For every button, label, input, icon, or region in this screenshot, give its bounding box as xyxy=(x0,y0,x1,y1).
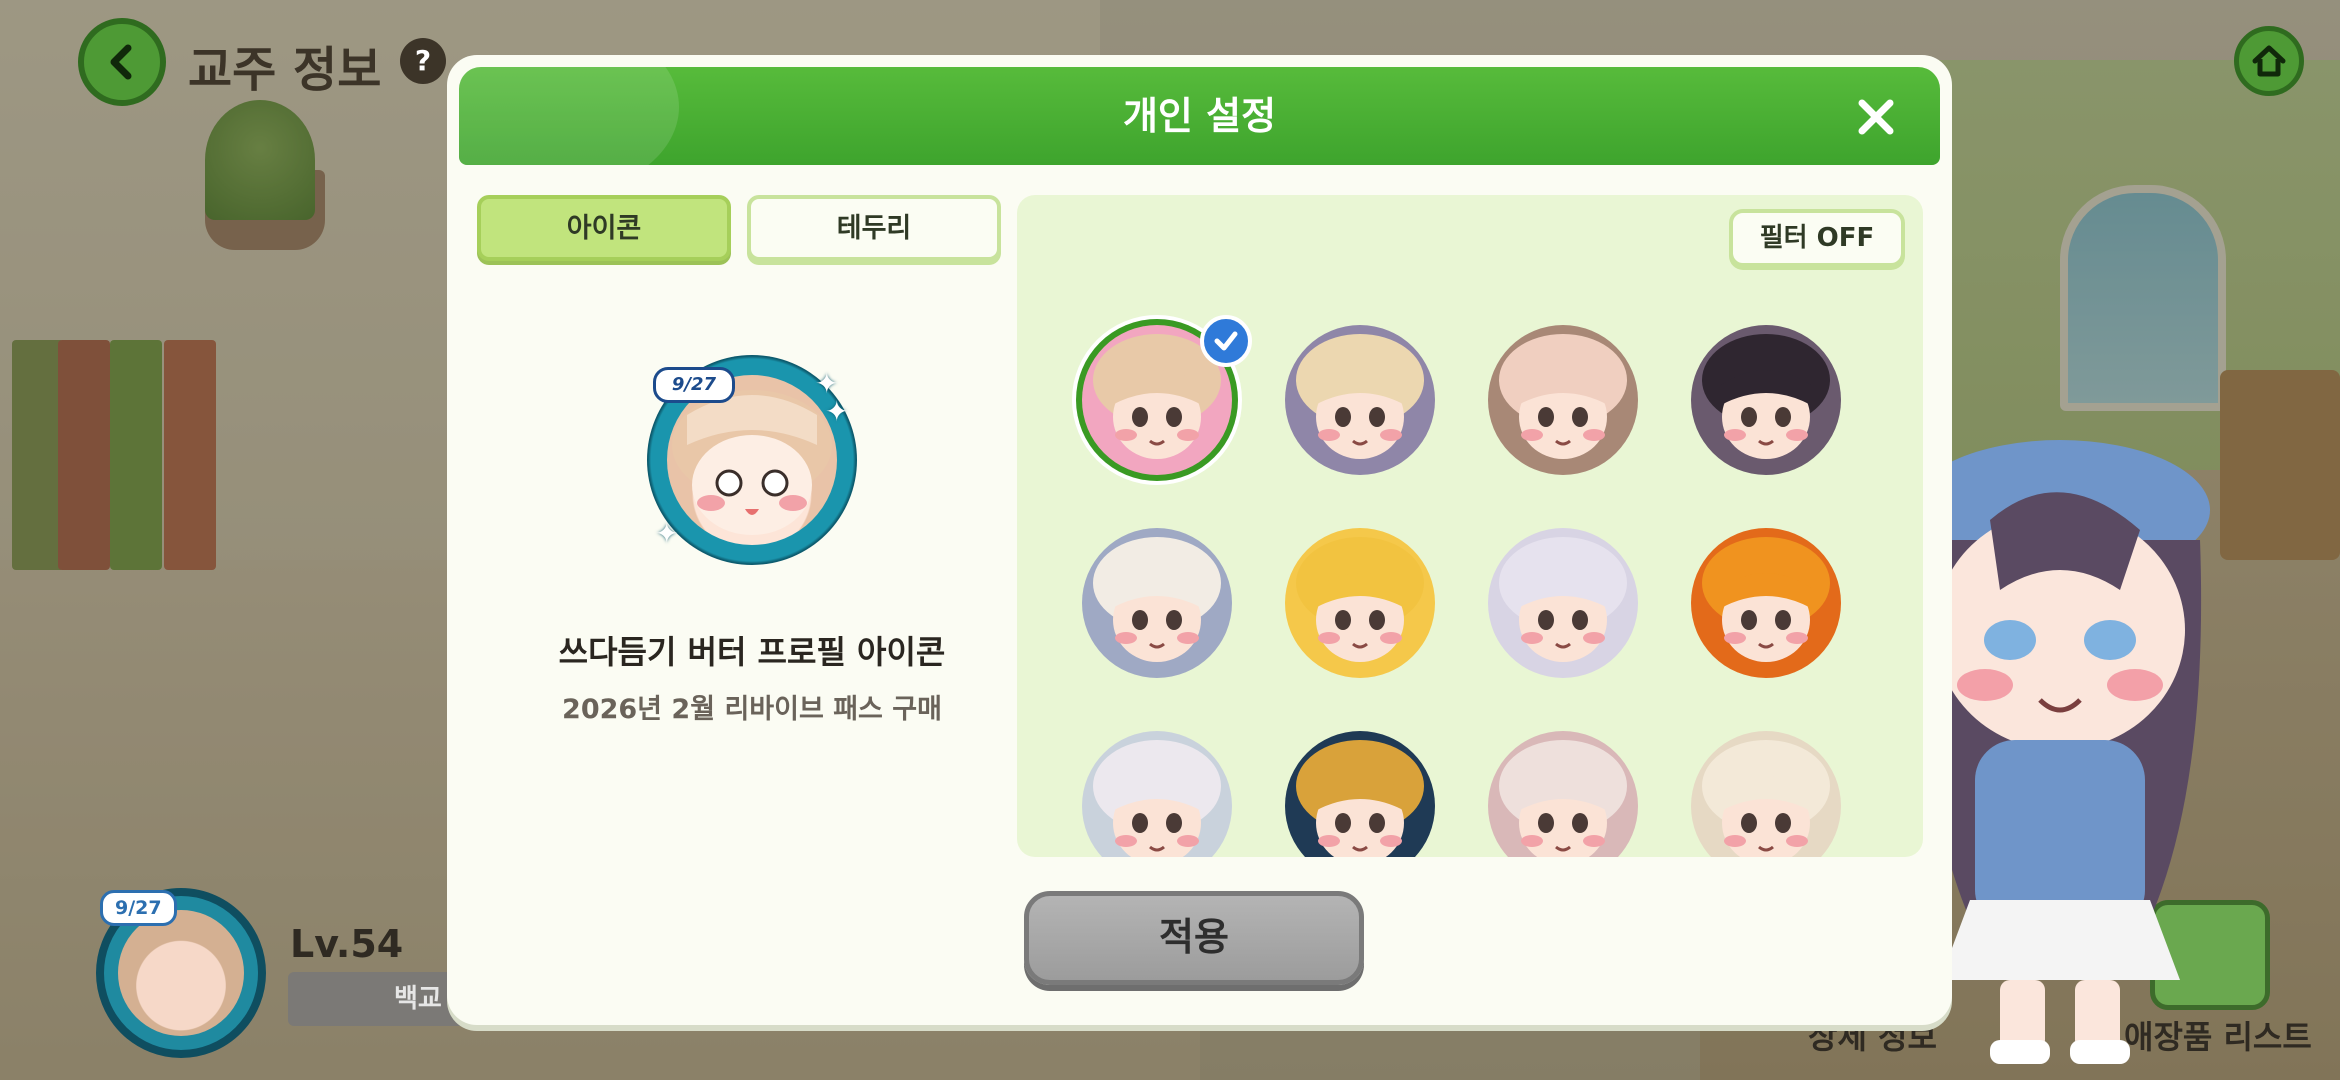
game-screen: 교주 정보 ? 9/27 Lv.54 백교 상세 정보 애장품 리스트 개인 설… xyxy=(0,0,2340,1080)
icon-character-art xyxy=(1691,325,1841,475)
back-button[interactable] xyxy=(78,18,166,106)
icon-character-art xyxy=(1082,528,1232,678)
home-icon xyxy=(2252,45,2286,77)
home-button[interactable] xyxy=(2234,26,2304,96)
profile-icon-horned-girl[interactable] xyxy=(1691,325,1841,475)
page-title: 교주 정보 xyxy=(188,42,382,98)
profile-icon-fire-spirit[interactable] xyxy=(1691,528,1841,678)
icon-character-art xyxy=(1488,325,1638,475)
profile-icon-yellow-girl[interactable] xyxy=(1285,528,1435,678)
icon-character-art xyxy=(1691,528,1841,678)
level-label: Lv.54 xyxy=(290,922,404,966)
icon-grid-panel[interactable]: 필터 OFF xyxy=(1017,195,1923,857)
profile-icon-sheep-girl[interactable] xyxy=(1082,528,1232,678)
close-icon xyxy=(1858,99,1894,135)
tab-border[interactable]: 테두리 xyxy=(747,195,1001,261)
icon-character-art xyxy=(1488,731,1638,857)
help-icon[interactable]: ? xyxy=(400,38,446,84)
icon-character-art xyxy=(1082,731,1232,857)
icon-character-art xyxy=(1488,528,1638,678)
avatar-image xyxy=(118,910,244,1036)
profile-icon-cat-ear-girl[interactable] xyxy=(1488,325,1638,475)
profile-icon-blonde-maid[interactable] xyxy=(1285,325,1435,475)
icon-name: 쓰다듬기 버터 프로필 아이콘 xyxy=(558,633,946,671)
personal-settings-dialog: 개인 설정 아이콘 테두리 9/27 ✦ ✦ ✦ 쓰다듬기 버터 프로필 아이콘… xyxy=(447,55,1952,1025)
avatar-count-badge: 9/27 xyxy=(100,890,177,926)
profile-icon-cream-hair-girl[interactable] xyxy=(1691,731,1841,857)
dialog-title: 개인 설정 xyxy=(1122,94,1277,138)
icon-character-art xyxy=(1285,528,1435,678)
profile-icon-red-cap-girl[interactable] xyxy=(1488,731,1638,857)
tab-icon[interactable]: 아이콘 xyxy=(477,195,731,261)
icon-acquisition-description: 2026년 2월 리바이브 패스 구매 xyxy=(562,694,942,725)
profile-icon-tiara-girl[interactable] xyxy=(1488,528,1638,678)
profile-icon-robot[interactable] xyxy=(1285,731,1435,857)
chevron-left-icon xyxy=(110,44,132,80)
sparkle-icon: ✦ xyxy=(655,517,679,550)
close-button[interactable] xyxy=(1852,93,1900,141)
sparkle-icon: ✦ xyxy=(825,395,849,428)
icon-character-art xyxy=(1285,731,1435,857)
icon-character-art xyxy=(1285,325,1435,475)
apply-button[interactable]: 적용 xyxy=(1024,891,1364,985)
preview-count-badge: 9/27 xyxy=(653,367,735,403)
filter-toggle-button[interactable]: 필터 OFF xyxy=(1729,209,1905,267)
icon-character-art xyxy=(1691,731,1841,857)
selected-check-icon xyxy=(1200,315,1252,367)
profile-icon-white-hair-girl[interactable] xyxy=(1082,731,1232,857)
dialog-header: 개인 설정 xyxy=(459,67,1940,165)
